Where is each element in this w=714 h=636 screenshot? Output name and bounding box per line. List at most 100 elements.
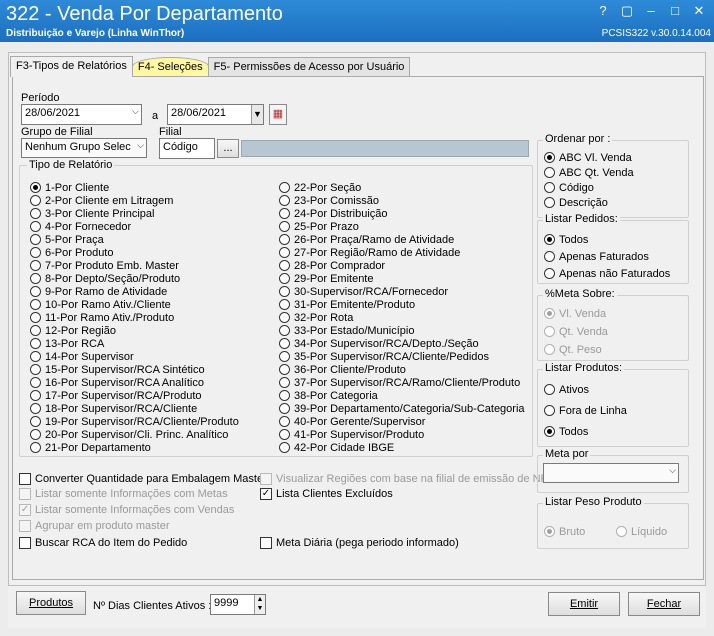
lista-excluidos-checkbox[interactable]: ✓ Lista Clientes Excluídos (260, 487, 393, 500)
meta-sobre-option[interactable]: Qt. Venda (544, 325, 608, 338)
listar-pedidos-option[interactable]: Apenas Faturados (544, 250, 649, 263)
buscar-rca-checkbox[interactable]: Buscar RCA do Item do Pedido (19, 536, 187, 549)
chevron-down-icon[interactable]: ▼ (251, 105, 263, 124)
radio-button-icon[interactable] (279, 442, 290, 453)
ordenar-option[interactable]: ABC Qt. Venda (544, 166, 634, 179)
tipo-relatorio-option[interactable]: 34-Por Supervisor/RCA/Depto./Seção (279, 337, 479, 350)
radio-button-icon[interactable] (30, 312, 41, 323)
radio-button-icon[interactable] (30, 364, 41, 375)
tipo-relatorio-option[interactable]: 36-Por Cliente/Produto (279, 363, 406, 376)
tipo-relatorio-option[interactable]: 33-Por Estado/Município (279, 324, 414, 337)
radio-button-icon[interactable] (544, 326, 555, 337)
tipo-relatorio-option[interactable]: 7-Por Produto Emb. Master (30, 259, 179, 272)
help-button[interactable]: ? (592, 2, 614, 20)
radio-button-icon[interactable] (616, 526, 627, 537)
tab-selecoes[interactable]: F4- Seleções (131, 57, 209, 76)
grupo-filial-select[interactable]: Nenhum Grupo Selec ⌵ (21, 138, 147, 158)
periodo-start-input[interactable]: 28/06/2021 ⌵ (21, 104, 142, 125)
chevron-down-icon[interactable]: ⌵ (132, 106, 139, 117)
radio-button-icon[interactable] (279, 234, 290, 245)
tipo-relatorio-option[interactable]: 31-Por Emitente/Produto (279, 298, 415, 311)
radio-button-icon[interactable] (279, 260, 290, 271)
tipo-relatorio-option[interactable]: 37-Por Supervisor/RCA/Ramo/Cliente/Produ… (279, 376, 520, 389)
tipo-relatorio-option[interactable]: 25-Por Prazo (279, 220, 359, 233)
radio-button-icon[interactable] (279, 208, 290, 219)
chevron-down-icon[interactable]: ⌵ (669, 465, 676, 476)
periodo-end-input[interactable]: 28/06/2021 (167, 104, 264, 125)
meta-sobre-option[interactable]: Qt. Peso (544, 343, 602, 356)
tipo-relatorio-option[interactable]: 22-Por Seção (279, 181, 361, 194)
listar-vendas-checkbox[interactable]: ✓ Listar somente Informações com Vendas (19, 503, 234, 516)
radio-button-icon[interactable] (30, 442, 41, 453)
radio-button-icon[interactable] (279, 429, 290, 440)
tipo-relatorio-option[interactable]: 15-Por Supervisor/RCA Sintético (30, 363, 205, 376)
agrupar-master-checkbox[interactable]: Agrupar em produto master (19, 519, 170, 532)
radio-button-icon[interactable] (544, 251, 555, 262)
radio-button-icon[interactable] (279, 221, 290, 232)
radio-button-icon[interactable] (30, 273, 41, 284)
tipo-relatorio-option[interactable]: 12-Por Região (30, 324, 116, 337)
tipo-relatorio-option[interactable]: 38-Por Categoria (279, 389, 378, 402)
radio-button-icon[interactable] (279, 338, 290, 349)
radio-button-icon[interactable] (30, 299, 41, 310)
tipo-relatorio-option[interactable]: 21-Por Departamento (30, 441, 151, 454)
radio-button-icon[interactable] (30, 403, 41, 414)
meta-sobre-option[interactable]: Vl. Venda (544, 307, 606, 320)
tipo-relatorio-option[interactable]: 6-Por Produto (30, 246, 113, 259)
radio-button-icon[interactable] (30, 260, 41, 271)
converter-checkbox[interactable]: Converter Quantidade para Embalagem Mast… (19, 472, 267, 485)
radio-button-icon[interactable] (30, 429, 41, 440)
stepper-icon[interactable]: ▲ ▼ (254, 595, 265, 614)
radio-button-icon[interactable] (544, 384, 555, 395)
fechar-button[interactable]: Fechar (628, 592, 700, 616)
chevron-down-icon[interactable]: ⌵ (137, 140, 144, 151)
dias-clientes-input[interactable]: 9999 ▲ ▼ (210, 594, 266, 615)
radio-button-icon[interactable] (279, 195, 290, 206)
radio-button-icon[interactable] (30, 338, 41, 349)
tipo-relatorio-option[interactable]: 27-Por Região/Ramo de Atividade (279, 246, 460, 259)
tipo-relatorio-option[interactable]: 26-Por Praça/Ramo de Atividade (279, 233, 454, 246)
listar-produtos-option[interactable]: Fora de Linha (544, 404, 627, 417)
tipo-relatorio-option[interactable]: 24-Por Distribuição (279, 207, 388, 220)
radio-button-icon[interactable] (30, 351, 41, 362)
radio-button-icon[interactable] (544, 308, 555, 319)
tipo-relatorio-option[interactable]: 40-Por Gerente/Supervisor (279, 415, 425, 428)
tipo-relatorio-option[interactable]: 5-Por Praça (30, 233, 104, 246)
produtos-button[interactable]: Produtos (16, 591, 86, 615)
tipo-relatorio-option[interactable]: 16-Por Supervisor/RCA Analítico (30, 376, 204, 389)
meta-diaria-checkbox[interactable]: Meta Diária (pega periodo informado) (260, 536, 459, 549)
emitir-button[interactable]: Emitir (548, 592, 620, 616)
radio-button-icon[interactable] (279, 351, 290, 362)
radio-button-icon[interactable] (279, 403, 290, 414)
radio-button-icon[interactable] (30, 416, 41, 427)
radio-button-icon[interactable] (279, 390, 290, 401)
tipo-relatorio-option[interactable]: 41-Por Supervisor/Produto (279, 428, 424, 441)
tipo-relatorio-option[interactable]: 30-Supervisor/RCA/Fornecedor (279, 285, 448, 298)
radio-button-icon[interactable] (544, 405, 555, 416)
tipo-relatorio-option[interactable]: 35-Por Supervisor/RCA/Cliente/Pedidos (279, 350, 489, 363)
radio-button-icon[interactable] (279, 325, 290, 336)
tipo-relatorio-option[interactable]: 39-Por Departamento/Categoria/Sub-Catego… (279, 402, 525, 415)
listar-pedidos-option[interactable]: Apenas não Faturados (544, 267, 670, 280)
tipo-relatorio-option[interactable]: 23-Por Comissão (279, 194, 379, 207)
tipo-relatorio-option[interactable]: 8-Por Depto/Seção/Produto (30, 272, 180, 285)
radio-button-icon[interactable] (30, 195, 41, 206)
radio-button-icon[interactable] (30, 247, 41, 258)
radio-button-icon[interactable] (279, 286, 290, 297)
filial-search-button[interactable]: ... (217, 139, 239, 158)
tipo-relatorio-option[interactable]: 17-Por Supervisor/RCA/Produto (30, 389, 202, 402)
tipo-relatorio-option[interactable]: 14-Por Supervisor (30, 350, 134, 363)
tab-tipos-relatorios[interactable]: F3-Tipos de Relatórios (10, 56, 133, 77)
radio-button-icon[interactable] (544, 426, 555, 437)
radio-button-icon[interactable] (30, 390, 41, 401)
minimize-icon[interactable]: – (640, 2, 662, 20)
tipo-relatorio-option[interactable]: 4-Por Fornecedor (30, 220, 131, 233)
listar-produtos-option[interactable]: Todos (544, 425, 588, 438)
radio-button-icon[interactable] (30, 377, 41, 388)
listar-pedidos-option[interactable]: Todos (544, 233, 588, 246)
tipo-relatorio-option[interactable]: 3-Por Cliente Principal (30, 207, 154, 220)
tipo-relatorio-option[interactable]: 28-Por Comprador (279, 259, 385, 272)
listar-metas-checkbox[interactable]: Listar somente Informações com Metas (19, 487, 228, 500)
tipo-relatorio-option[interactable]: 11-Por Ramo Ativ./Produto (30, 311, 174, 324)
listar-peso-option[interactable]: Bruto (544, 525, 585, 538)
